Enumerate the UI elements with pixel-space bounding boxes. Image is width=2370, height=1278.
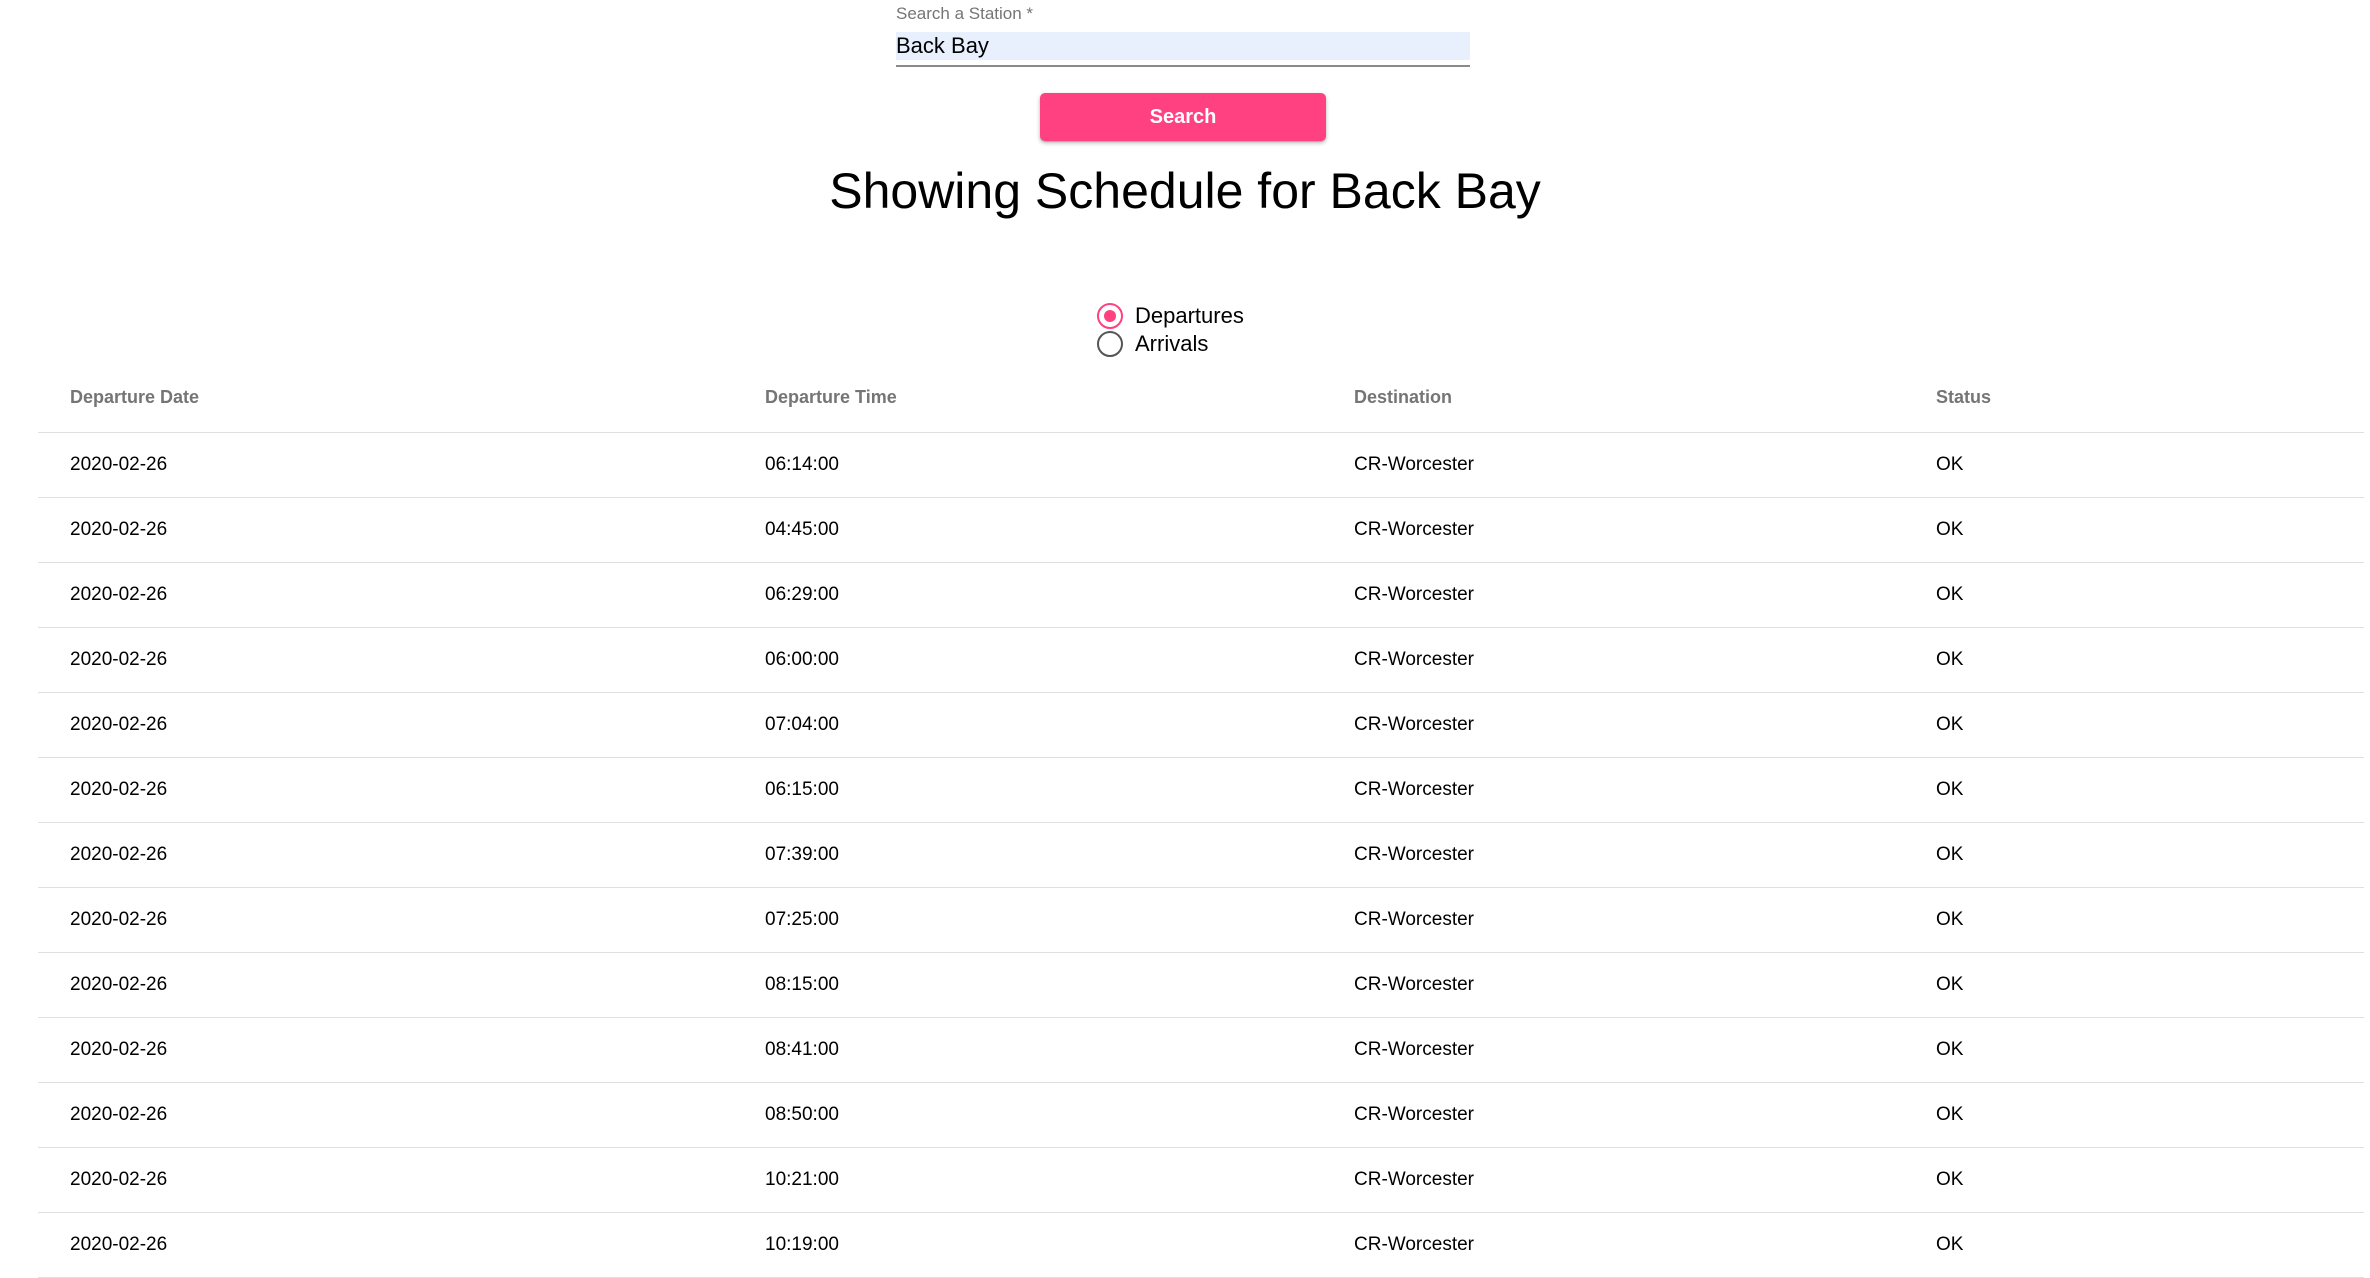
destination-cell: CR-Worcester [1354,1147,1936,1213]
status-cell: OK [1936,822,2364,888]
destination-cell: CR-Worcester [1354,432,1936,498]
departure-time-cell: 08:41:00 [765,1017,1354,1083]
departure-date-cell: 2020-02-26 [38,757,765,823]
destination-cell: CR-Worcester [1354,692,1936,758]
departure-date-cell: 2020-02-26 [38,1147,765,1213]
radio-option-arrivals[interactable]: Arrivals [1097,330,1297,358]
status-cell: OK [1936,432,2364,498]
radio-button-arrivals[interactable] [1097,331,1123,357]
status-cell: OK [1936,757,2364,823]
table-row[interactable]: 2020-02-26 06:15:00 CR-Worcester OK [38,757,2364,823]
table-row[interactable]: 2020-02-26 07:39:00 CR-Worcester OK [38,822,2364,888]
departure-time-cell: 06:14:00 [765,432,1354,498]
departure-time-cell: 08:50:00 [765,1082,1354,1148]
search-field-label: Search a Station * [896,4,1034,23]
departure-time-cell: 06:15:00 [765,757,1354,823]
status-cell: OK [1936,887,2364,953]
departure-date-cell: 2020-02-26 [38,497,765,563]
schedule-page: Search a Station * Search Showing Schedu… [0,0,2370,1278]
radio-option-departures[interactable]: Departures [1097,302,1297,330]
table-row[interactable]: 2020-02-26 06:29:00 CR-Worcester OK [38,562,2364,628]
departure-date-cell: 2020-02-26 [38,822,765,888]
table-row[interactable]: 2020-02-26 07:25:00 CR-Worcester OK [38,887,2364,953]
search-button[interactable]: Search [1040,93,1326,141]
radio-button-departures[interactable] [1097,303,1123,329]
table-row[interactable]: 2020-02-26 08:41:00 CR-Worcester OK [38,1017,2364,1083]
destination-cell: CR-Worcester [1354,562,1936,628]
table-row[interactable]: 2020-02-26 07:04:00 CR-Worcester OK [38,692,2364,758]
table-body: 2020-02-26 06:14:00 CR-Worcester OK 2020-02-… [38,432,2364,1278]
departure-date-cell: 2020-02-26 [38,1212,765,1278]
status-cell: OK [1936,1147,2364,1213]
destination-cell: CR-Worcester [1354,757,1936,823]
destination-cell: CR-Worcester [1354,887,1936,953]
status-cell: OK [1936,562,2364,628]
table-row[interactable]: 2020-02-26 06:00:00 CR-Worcester OK [38,627,2364,693]
departure-date-cell: 2020-02-26 [38,887,765,953]
station-search-input[interactable] [896,32,1470,60]
table-row[interactable]: 2020-02-26 08:50:00 CR-Worcester OK [38,1082,2364,1148]
table-row[interactable]: 2020-02-26 10:19:00 CR-Worcester OK [38,1212,2364,1278]
departure-date-cell: 2020-02-26 [38,562,765,628]
destination-cell: CR-Worcester [1354,497,1936,563]
radio-label-arrivals: Arrivals [1135,331,1209,356]
destination-cell: CR-Worcester [1354,822,1936,888]
table-row[interactable]: 2020-02-26 04:45:00 CR-Worcester OK [38,497,2364,563]
departure-time-cell: 07:39:00 [765,822,1354,888]
departure-time-cell: 07:04:00 [765,692,1354,758]
page-title: Showing Schedule for Back Bay [829,163,1541,219]
departure-time-cell: 04:45:00 [765,497,1354,563]
direction-radio-group: Departures Arrivals [1097,302,1297,362]
departure-date-cell: 2020-02-26 [38,952,765,1018]
table-header-row: Departure Date Departure Time Destinatio… [38,362,2364,433]
departure-time-cell: 08:15:00 [765,952,1354,1018]
radio-label-departures: Departures [1135,303,1244,328]
destination-cell: CR-Worcester [1354,1082,1936,1148]
table-header: Departure Date Departure Time Destinatio… [38,362,2364,433]
departure-date-cell: 2020-02-26 [38,627,765,693]
departure-time-cell: 07:25:00 [765,887,1354,953]
departure-time-cell: 06:00:00 [765,627,1354,693]
schedule-table: Departure Date Departure Time Destinatio… [38,362,2364,1278]
departure-time-cell: 10:19:00 [765,1212,1354,1278]
status-cell: OK [1936,1212,2364,1278]
departure-date-cell: 2020-02-26 [38,692,765,758]
destination-cell: CR-Worcester [1354,1017,1936,1083]
search-input-underline [896,65,1470,67]
column-header-departure-date[interactable]: Departure Date [38,362,765,433]
status-cell: OK [1936,497,2364,563]
departure-date-cell: 2020-02-26 [38,432,765,498]
status-cell: OK [1936,1082,2364,1148]
table-row[interactable]: 2020-02-26 06:14:00 CR-Worcester OK [38,432,2364,498]
destination-cell: CR-Worcester [1354,627,1936,693]
departure-date-cell: 2020-02-26 [38,1017,765,1083]
column-header-status[interactable]: Status [1936,362,2364,433]
table-row[interactable]: 2020-02-26 10:21:00 CR-Worcester OK [38,1147,2364,1213]
status-cell: OK [1936,1017,2364,1083]
destination-cell: CR-Worcester [1354,952,1936,1018]
table-row[interactable]: 2020-02-26 08:15:00 CR-Worcester OK [38,952,2364,1018]
departure-time-cell: 06:29:00 [765,562,1354,628]
status-cell: OK [1936,952,2364,1018]
status-cell: OK [1936,627,2364,693]
radio-checked-dot [1104,310,1116,322]
departure-time-cell: 10:21:00 [765,1147,1354,1213]
column-header-departure-time[interactable]: Departure Time [765,362,1354,433]
column-header-destination[interactable]: Destination [1354,362,1936,433]
station-search-field: Search a Station * [896,2,1470,68]
status-cell: OK [1936,692,2364,758]
departure-date-cell: 2020-02-26 [38,1082,765,1148]
destination-cell: CR-Worcester [1354,1212,1936,1278]
